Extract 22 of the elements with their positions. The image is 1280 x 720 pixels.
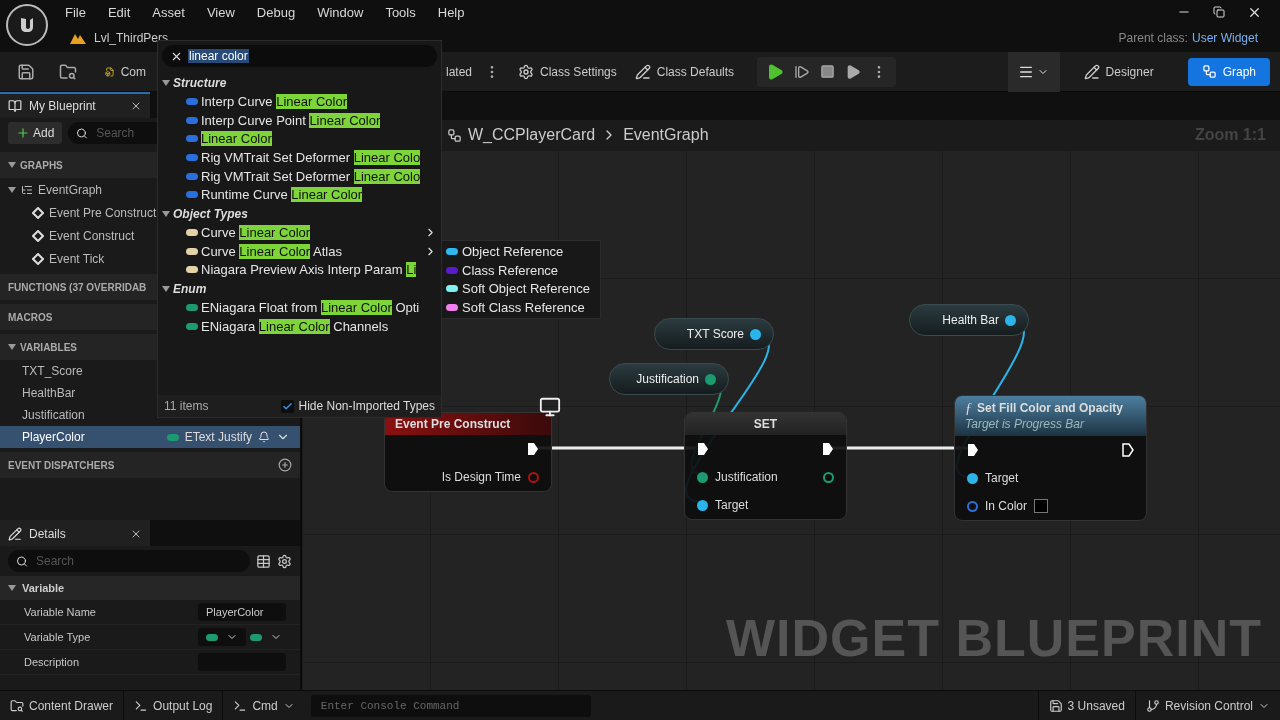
pin-label: Justification <box>715 470 778 484</box>
section-title: GRAPHS <box>20 159 63 171</box>
property-label: Description <box>24 656 81 668</box>
pin-label: Target <box>715 498 749 512</box>
node-title: Set Fill Color and Opacity <box>977 401 1124 417</box>
property-label: Variable Type <box>24 631 92 643</box>
section-title: EVENT DISPATCHERS <box>8 459 115 471</box>
pin-label: Is Design Time <box>441 470 521 484</box>
property-label: Variable Name <box>24 606 97 618</box>
variable-type: EText Justify <box>184 430 252 444</box>
section-title: MACROS <box>8 311 53 323</box>
section-title: FUNCTIONS (37 OVERRIDAB <box>8 281 147 293</box>
node-subtitle: Target is Progress Bar <box>965 417 1086 431</box>
pin-label: In Color <box>985 499 1028 513</box>
item-count: 11 items <box>164 399 209 413</box>
parent-class-label: Parent class: <box>1118 31 1188 45</box>
graph-type-label: WIDGET BLUEPRINT <box>726 608 1262 668</box>
function-glyph: ƒ <box>965 401 972 417</box>
pin-label: Target <box>985 471 1019 485</box>
node-title: Event Pre Construct <box>385 413 551 435</box>
section-title: VARIABLES <box>20 341 78 353</box>
node-title: SET <box>685 413 846 435</box>
